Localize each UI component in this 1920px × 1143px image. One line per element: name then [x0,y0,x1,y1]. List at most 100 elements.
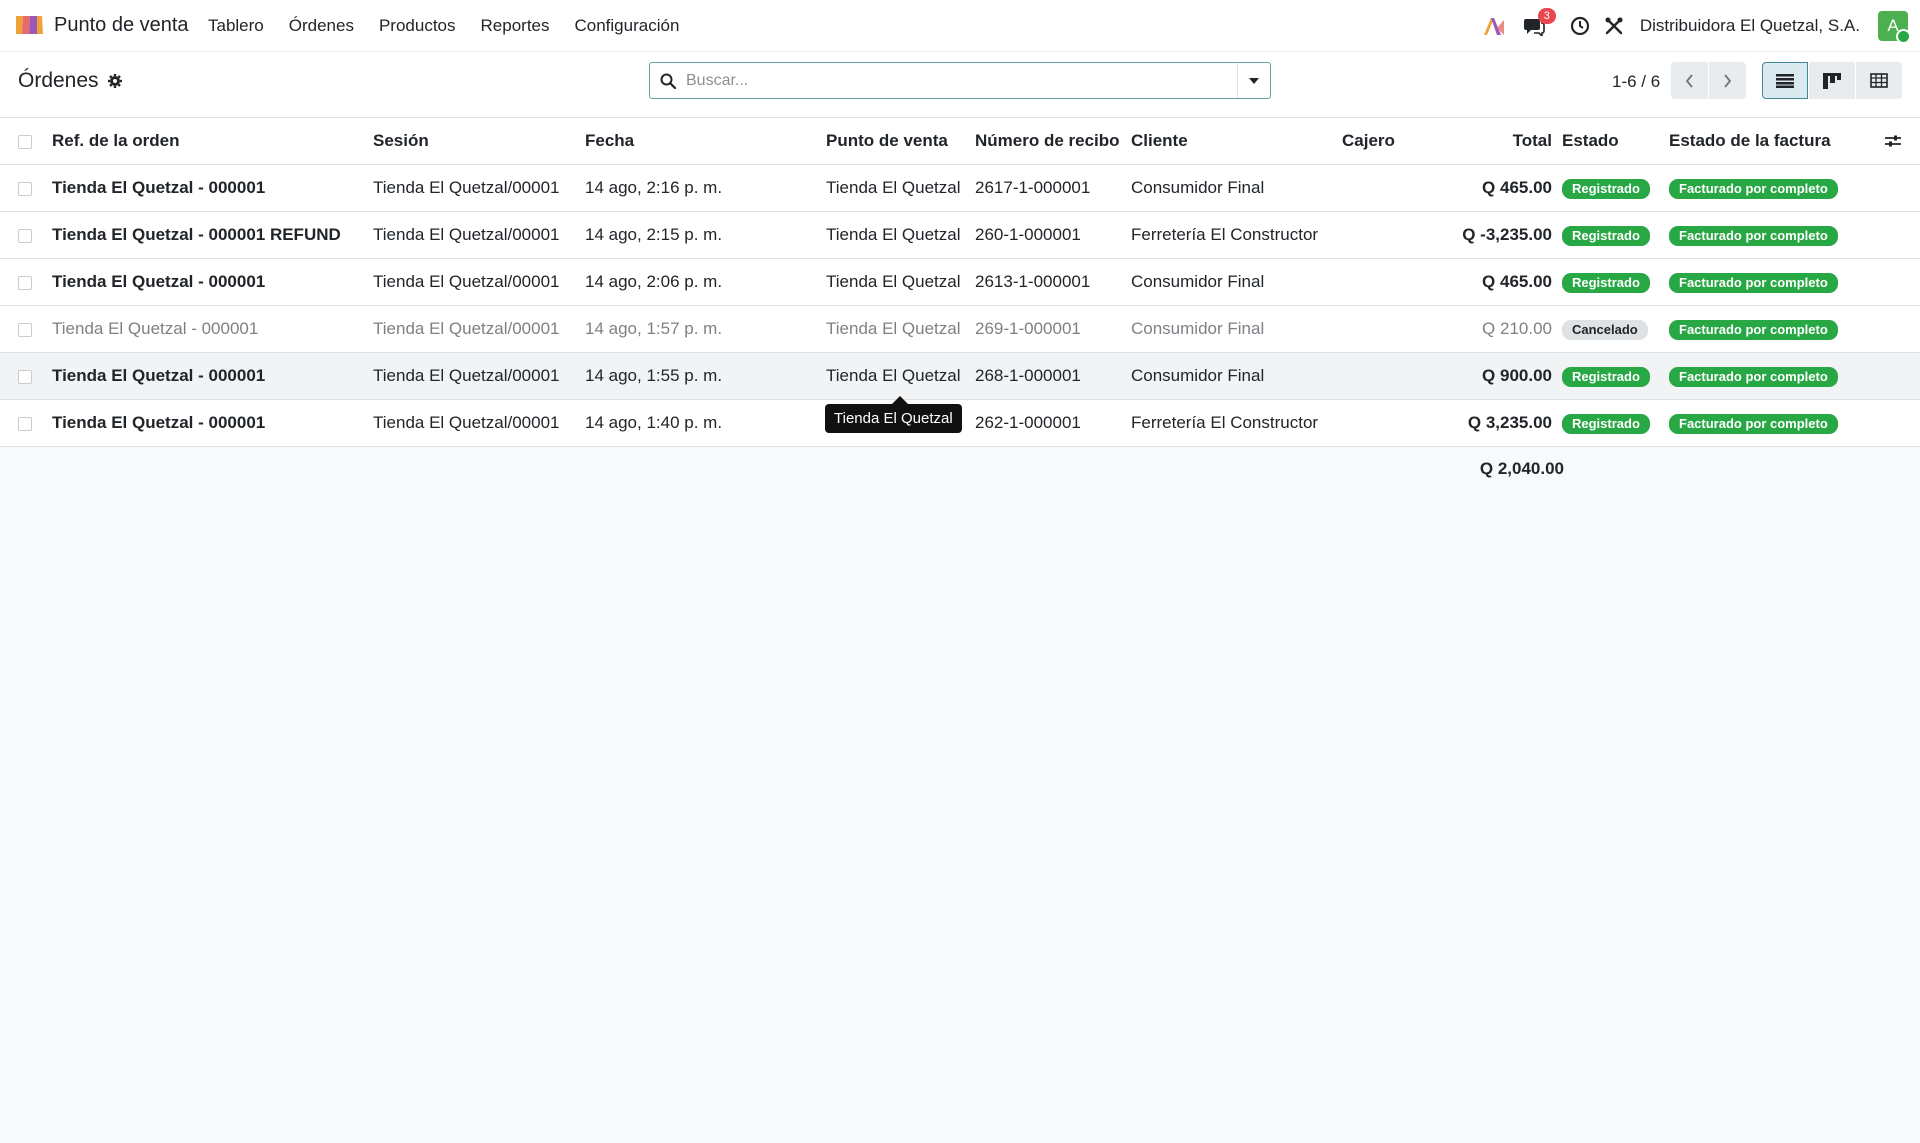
col-header-state[interactable]: Estado [1562,131,1669,151]
date-cell: 14 ago, 2:06 p. m. [575,258,816,306]
list-view-button[interactable] [1762,62,1808,99]
session-cell: Tienda El Quetzal/00001 [363,211,575,259]
pager-value[interactable]: 1-6 / 6 [1612,72,1660,92]
row-checkbox[interactable] [18,181,32,196]
kanban-view-button[interactable] [1809,62,1855,99]
col-header-date[interactable]: Fecha [575,118,816,165]
app-name[interactable]: Punto de venta [54,14,189,37]
col-header-total[interactable]: Total [1449,131,1562,151]
row-select-cell [0,211,42,259]
cashier-cell [1332,211,1449,259]
menu-item-reportes[interactable]: Reportes [481,16,550,36]
search-bar [649,62,1271,99]
session-cell: Tienda El Quetzal/00001 [363,399,575,447]
menu-item-productos[interactable]: Productos [379,16,456,36]
session-cell: Tienda El Quetzal/00001 [363,258,575,306]
customer-cell: Consumidor Final [1121,305,1332,353]
col-header-session[interactable]: Sesión [363,118,575,165]
pos-cell: Tienda El Quetzal [816,211,965,259]
row-spacer [1908,352,1920,400]
order-ref-cell: Tienda El Quetzal - 000001 [42,352,363,400]
row-checkbox[interactable] [18,416,32,431]
customer-cell: Ferretería El Constructor [1121,211,1332,259]
receipt-cell: 260-1-000001 [965,211,1121,259]
company-switcher[interactable]: Distribuidora El Quetzal, S.A. [1640,16,1860,36]
date-cell: 14 ago, 1:57 p. m. [575,305,816,353]
pager-previous-button[interactable] [1671,62,1708,99]
control-panel: Órdenes 1-6 / 6 [0,52,1920,118]
tools-icon[interactable] [1602,14,1626,38]
top-navbar: Punto de venta Tablero Órdenes Productos… [0,0,1920,52]
select-all-checkbox[interactable] [18,134,32,149]
state-cell: Registrado [1562,225,1669,246]
orders-list: Ref. de la orden Sesión Fecha Punto de v… [0,118,1920,491]
cashier-cell [1332,164,1449,212]
cashier-cell [1332,399,1449,447]
table-row[interactable]: Tienda El Quetzal - 000001 Tienda El Quet… [0,352,1920,400]
pivot-view-button[interactable] [1856,62,1902,99]
total-cell: Q -3,235.00 [1462,225,1552,244]
menu-item-configuracion[interactable]: Configuración [575,16,680,36]
state-cell: Registrado [1562,272,1669,293]
sum-total: Q 2,040.00 [1479,459,1564,478]
gear-icon[interactable] [107,73,123,89]
chevron-right-icon [1724,73,1732,88]
row-checkbox[interactable] [18,369,32,384]
receipt-cell: 2613-1-000001 [965,258,1121,306]
invoice-status-badge: Facturado por completo [1669,225,1838,246]
status-badge: Registrado [1562,178,1650,199]
invoice-state-cell: Facturado por completo [1669,225,1879,246]
col-header-customer[interactable]: Cliente [1121,118,1332,165]
systray: 3 Distribuidora El Quetzal, S.A. A [1482,0,1920,52]
menu-item-tablero[interactable]: Tablero [208,16,264,36]
cashier-cell [1332,305,1449,353]
status-badge: Registrado [1562,366,1650,387]
table-row[interactable]: Tienda El Quetzal - 000001 Tienda El Quet… [0,164,1920,212]
clock-activity-icon[interactable] [1568,14,1592,38]
row-checkbox[interactable] [18,228,32,243]
chat-badge: 3 [1537,8,1556,24]
col-header-pos[interactable]: Punto de venta [816,118,965,165]
row-spacer [1908,399,1920,447]
cashier-cell [1332,352,1449,400]
table-row[interactable]: Tienda El Quetzal - 000001 REFUND Tienda … [0,211,1920,259]
invoice-status-badge: Facturado por completo [1669,366,1838,387]
table-row[interactable]: Tienda El Quetzal - 000001 Tienda El Quet… [0,305,1920,353]
pager-next-button[interactable] [1709,62,1746,99]
col-header-receipt[interactable]: Número de recibo [965,118,1121,165]
order-ref-cell: Tienda El Quetzal - 000001 REFUND [42,211,363,259]
ai-assistant-icon[interactable] [1482,14,1506,38]
receipt-cell: 269-1-000001 [965,305,1121,353]
search-input[interactable] [686,63,1237,98]
date-cell: 14 ago, 1:55 p. m. [575,352,816,400]
page-title[interactable]: Órdenes [18,69,99,93]
optional-columns-toggle-icon[interactable] [1885,134,1901,148]
view-switcher [1762,62,1903,99]
table-row[interactable]: Tienda El Quetzal - 000001 Tienda El Quet… [0,258,1920,306]
invoice-state-cell: Facturado por completo [1669,366,1879,387]
session-cell: Tienda El Quetzal/00001 [363,352,575,400]
user-avatar[interactable]: A [1878,11,1911,44]
col-header-cashier[interactable]: Cajero [1332,118,1449,165]
status-badge: Cancelado [1562,319,1648,340]
menu-item-ordenes[interactable]: Órdenes [289,16,354,36]
state-cell: Registrado [1562,178,1669,199]
row-checkbox[interactable] [18,322,32,337]
pos-app-logo-icon[interactable] [14,14,44,36]
status-group-cell: Q 465.00 Registrado Facturado por comple… [1449,258,1908,306]
col-header-ref[interactable]: Ref. de la orden [42,118,363,165]
chat-icon[interactable]: 3 [1522,8,1556,38]
search-options-toggle[interactable] [1237,63,1270,98]
customer-cell: Consumidor Final [1121,164,1332,212]
receipt-cell: 262-1-000001 [965,399,1121,447]
kanban-view-icon [1823,72,1841,89]
row-select-cell [0,258,42,306]
row-checkbox[interactable] [18,275,32,290]
col-header-invoice-state[interactable]: Estado de la factura [1669,131,1879,151]
date-cell: 14 ago, 2:15 p. m. [575,211,816,259]
total-cell: Q 3,235.00 [1467,413,1552,432]
status-badge: Registrado [1562,272,1650,293]
pos-cell: Tienda El Quetzal [816,305,965,353]
page-title-group: Órdenes [18,69,123,93]
row-select-cell [0,352,42,400]
